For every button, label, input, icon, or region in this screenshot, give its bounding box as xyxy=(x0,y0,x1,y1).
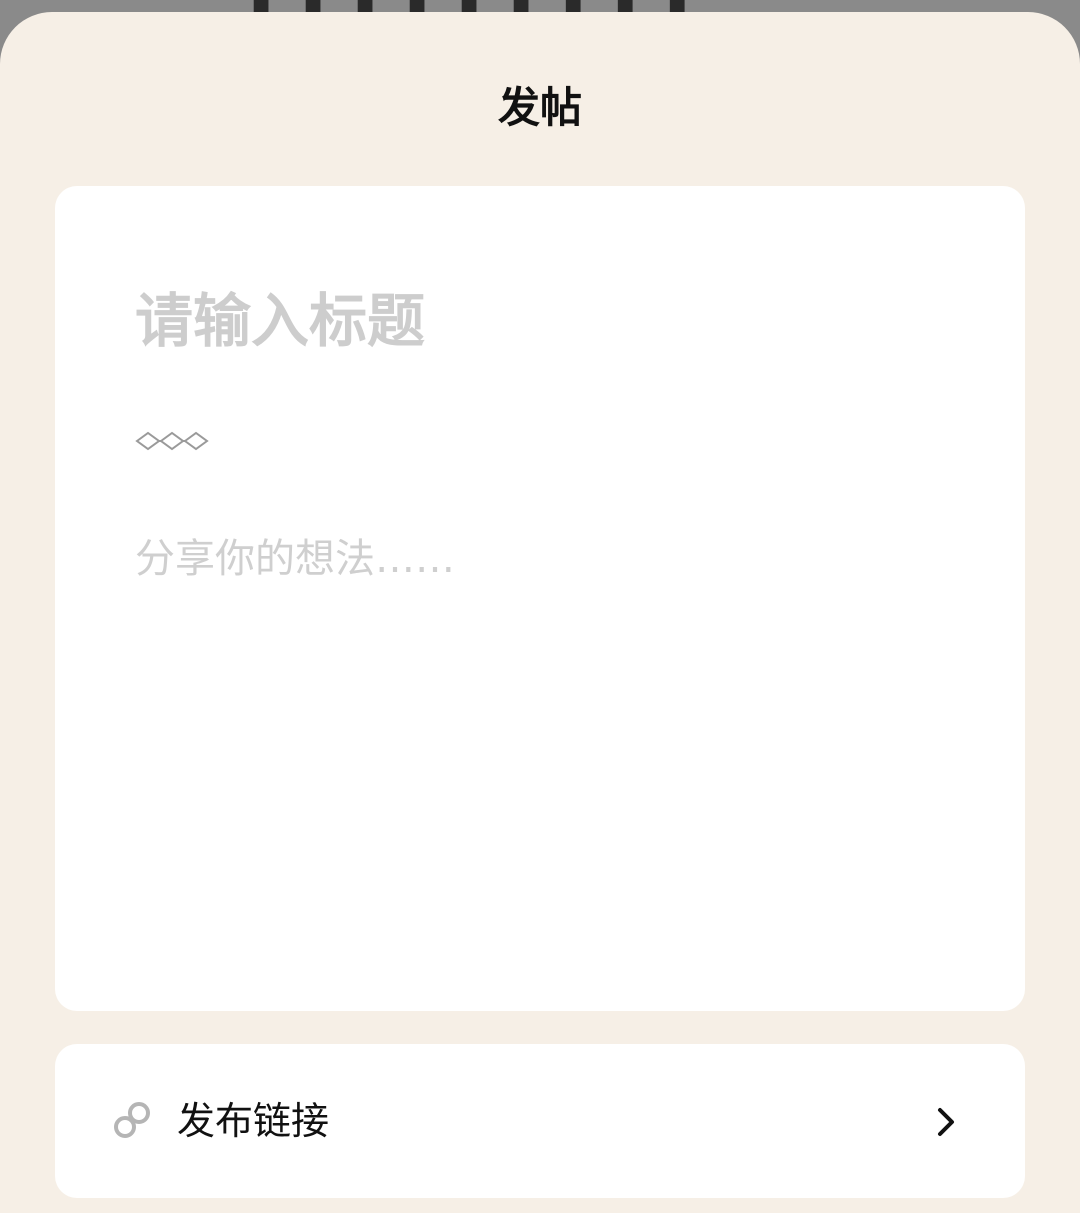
chevron-right-icon xyxy=(938,1108,954,1136)
publish-link-label: 发布链接 xyxy=(177,1099,330,1143)
post-sheet: 发帖 发布链接 xyxy=(0,12,1080,1213)
link-icon xyxy=(114,1102,150,1138)
title-input[interactable] xyxy=(135,281,945,361)
diamond-chain-icon xyxy=(135,431,209,451)
publish-link-row[interactable]: 发布链接 xyxy=(55,1044,1025,1198)
body-input[interactable] xyxy=(135,531,945,961)
editor-card xyxy=(55,186,1025,1011)
sheet-title: 发帖 xyxy=(497,83,582,132)
